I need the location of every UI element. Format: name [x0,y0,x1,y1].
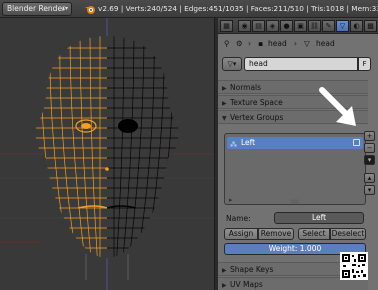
tab-object[interactable]: ▣ [294,20,307,32]
properties-editor-icon: ▦ [223,22,230,30]
name-label: Name: [226,214,251,223]
qr-code-icon [340,252,368,280]
vertex-group-name: Left [241,138,256,147]
breadcrumb-object-name: head [268,39,287,48]
object-data-icon: ⚙ [236,39,243,48]
collapsed-triangle-icon: ▶ [222,100,227,107]
tab-mesh-data[interactable]: ▽ [336,20,349,32]
breadcrumb: ⚲ ⚙ › ▪ head › ▽ head [218,34,378,54]
breadcrumb-separator: › [248,39,251,48]
vertex-group-name-field[interactable]: Left [274,212,364,224]
add-vertex-group-button[interactable]: + [364,131,375,141]
move-down-button[interactable]: ▾ [364,185,375,195]
panel-uv-maps-label: UV Maps [230,280,263,289]
material-icon: ◐ [353,22,360,30]
render-engine-label: Blender Render [7,4,66,13]
collapsed-triangle-icon: ▶ [222,267,227,274]
scene-icon: ◈ [269,22,276,30]
tab-texture[interactable]: ▩ [364,20,377,32]
texture-icon: ▩ [367,22,374,30]
vertex-group-specials-button[interactable]: ▾ [364,155,375,165]
properties-header: ▦ ◉ ▤ ◈ ● ▣ ⛓ ✎ ▽ ◐ ▩ [218,18,378,34]
tab-modifiers[interactable]: ✎ [322,20,335,32]
properties-editor: ▦ ◉ ▤ ◈ ● ▣ ⛓ ✎ ▽ ◐ ▩ ⚲ ⚙ › ▪ head › ▽ h… [218,18,378,290]
breadcrumb-mesh-name: head [316,39,335,48]
expanded-triangle-icon: ▼ [222,115,227,122]
deselect-button[interactable]: Deselect [330,228,366,240]
editor-type-button[interactable]: ▦ [220,20,233,32]
mesh-browse-icon: ▽▾ [227,60,237,68]
pin-icon[interactable]: ⚲ [224,39,230,48]
render-engine-select[interactable]: Blender Render ▴▾ [2,2,72,16]
info-header: Blender Render ▴▾ v2.69 | Verts:240/524 … [0,0,378,18]
camera-icon: ◉ [241,22,248,30]
annotation-arrow-icon [319,87,356,126]
panel-normals-label: Normals [230,83,262,92]
3d-viewport[interactable] [0,18,214,290]
select-button[interactable]: Select [298,228,330,240]
constraints-icon: ⛓ [310,22,319,30]
lock-icon[interactable] [353,139,360,146]
object-icon: ▣ [297,22,304,30]
mesh-name-field[interactable]: head [244,57,358,71]
mesh-data-icon: ▽ [339,22,346,30]
assign-button[interactable]: Assign [224,228,258,240]
object-cube-icon: ▪ [258,39,264,48]
remove-button[interactable]: Remove [258,228,294,240]
breadcrumb-separator-2: › [294,39,297,48]
tab-world[interactable]: ● [280,20,293,32]
panel-texture-space-label: Texture Space [230,98,283,107]
list-item[interactable]: ⁂ Left [227,137,363,149]
arrow-up-icon: ▴ [367,174,372,182]
vertex-group-icon: ⁂ [230,141,237,149]
blender-logo-icon [85,6,95,14]
layers-icon: ▤ [255,22,262,30]
tab-layers[interactable]: ▤ [252,20,265,32]
tab-scene[interactable]: ◈ [266,20,279,32]
panel-shape-keys-label: Shape Keys [230,265,274,274]
remove-vertex-group-button[interactable]: − [364,143,375,153]
scene-stats: v2.69 | Verts:240/524 | Edges:451/1035 |… [98,4,378,13]
head-mesh-render [0,18,214,290]
fake-user-button[interactable]: F [358,57,371,71]
filter-options-icon[interactable]: ▸ [229,196,233,204]
select-arrows-icon: ▴▾ [61,5,68,12]
list-resize-handle[interactable]: :::: [291,198,299,205]
vertex-group-list[interactable]: ⁂ Left ▸ :::: [224,133,366,205]
move-up-button[interactable]: ▴ [364,173,375,183]
plus-icon: + [366,132,373,140]
tab-constraints[interactable]: ⛓ [308,20,321,32]
mesh-datablock-selector: ▽▾ head F [222,56,371,72]
wrench-icon: ✎ [325,22,332,30]
minus-icon: − [366,144,373,152]
tab-render[interactable]: ◉ [238,20,251,32]
panel-vertex-groups-label: Vertex Groups [230,113,284,122]
browse-mesh-button[interactable]: ▽▾ [222,57,242,71]
world-icon: ● [283,22,290,30]
mesh-icon: ▽ [304,39,310,48]
specials-menu-icon: ▾ [367,156,372,164]
arrow-down-icon: ▾ [367,186,372,194]
collapsed-triangle-icon: ▶ [222,85,227,92]
collapsed-triangle-icon: ▶ [222,282,227,289]
tab-material[interactable]: ◐ [350,20,363,32]
